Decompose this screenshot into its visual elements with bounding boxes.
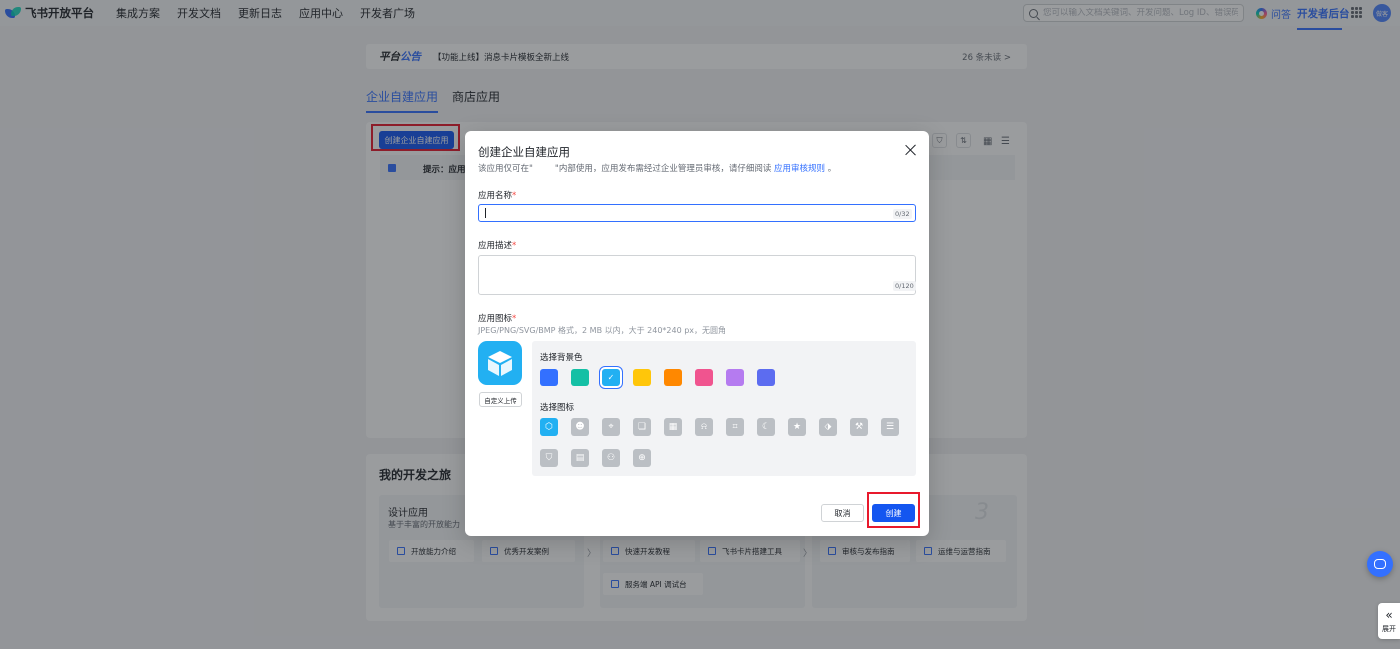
book-icon[interactable]: ❏	[633, 418, 651, 436]
calendar-icon[interactable]: ▦	[664, 418, 682, 436]
bg-color-swatch[interactable]	[664, 369, 682, 386]
create-app-dialog: 创建企业自建应用 该应用仅可在" "内部使用，应用发布需经过企业管理员审核，请仔细…	[465, 131, 929, 536]
compass-icon[interactable]: ⊕	[633, 449, 651, 467]
app-icon-label: 应用图标*	[478, 314, 517, 324]
close-icon[interactable]	[905, 144, 917, 156]
app-name-input[interactable]	[478, 204, 916, 222]
app-desc-textarea[interactable]	[478, 255, 916, 295]
bg-color-swatch[interactable]	[633, 369, 651, 386]
expand-label: 展开	[1382, 624, 1396, 633]
dialog-description: 该应用仅可在" "内部使用，应用发布需经过企业管理员审核，请仔细阅读 应用审核规则…	[478, 164, 837, 174]
bg-color-swatch[interactable]	[695, 369, 713, 386]
expand-panel-button[interactable]: « 展开	[1378, 603, 1400, 639]
app-desc-counter: 0/120	[893, 281, 916, 291]
text-caret	[485, 208, 486, 218]
wrench-icon[interactable]: ⚒	[850, 418, 868, 436]
cancel-button[interactable]: 取消	[821, 504, 864, 522]
cube-icon	[488, 351, 512, 376]
bg-color-swatch[interactable]	[540, 369, 558, 386]
layout-icon[interactable]: ▤	[571, 449, 589, 467]
bg-color-swatch[interactable]	[726, 369, 744, 386]
moon-icon[interactable]: ☾	[757, 418, 775, 436]
icon-glyph-label: 选择图标	[540, 403, 575, 413]
people-icon[interactable]: ⚇	[602, 449, 620, 467]
bg-color-swatch[interactable]	[571, 369, 589, 386]
bg-color-label: 选择背景色	[540, 353, 583, 363]
dialog-title: 创建企业自建应用	[478, 145, 570, 159]
app-icon-preview	[478, 341, 522, 385]
doc-icon[interactable]: ☰	[881, 418, 899, 436]
bg-color-swatch[interactable]	[757, 369, 775, 386]
icon-picker-panel	[532, 341, 916, 476]
tag-icon[interactable]: ⬗	[819, 418, 837, 436]
bg-color-swatch[interactable]: ✓	[600, 367, 622, 388]
robot-icon[interactable]: ☻	[571, 418, 589, 436]
app-name-label: 应用名称*	[478, 191, 517, 201]
review-rules-link[interactable]: 应用审核规则	[774, 164, 825, 174]
app-icon-hint: JPEG/PNG/SVG/BMP 格式，2 MB 以内，大于 240*240 p…	[478, 326, 727, 335]
app-name-counter: 0/32	[893, 209, 912, 219]
double-chevron-left-icon: «	[1385, 607, 1393, 622]
bell-icon[interactable]: ⍾	[695, 418, 713, 436]
pin-icon[interactable]: ⌖	[602, 418, 620, 436]
cube-icon[interactable]: ⬡	[540, 418, 558, 436]
highlight-box-create-confirm	[867, 492, 920, 528]
shield-icon[interactable]: ⛉	[540, 449, 558, 467]
help-chat-button[interactable]	[1367, 551, 1393, 577]
app-desc-label: 应用描述*	[478, 241, 517, 251]
custom-upload-button[interactable]: 自定义上传	[479, 392, 522, 407]
star-icon[interactable]: ★	[788, 418, 806, 436]
chat-icon	[1374, 559, 1386, 569]
chart-icon[interactable]: ⌗	[726, 418, 744, 436]
